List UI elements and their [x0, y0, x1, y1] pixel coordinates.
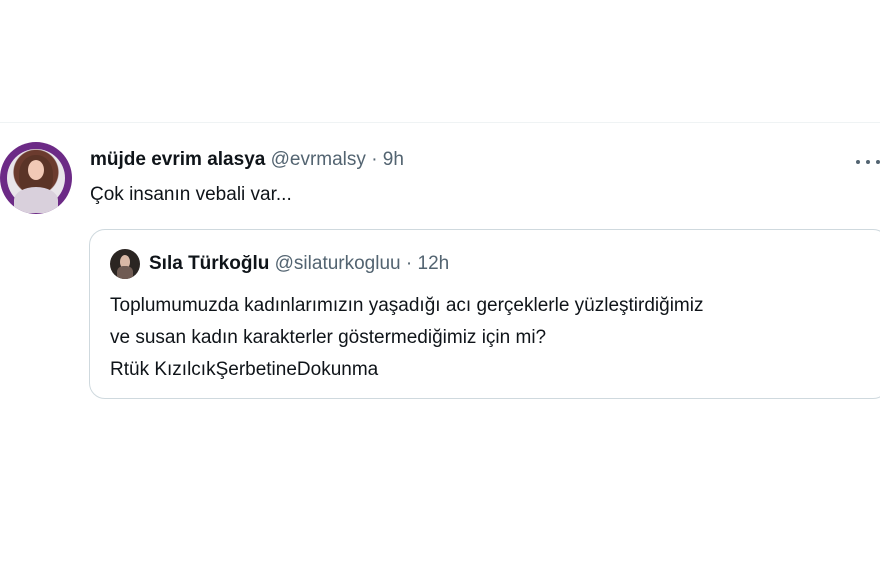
author-avatar[interactable] — [0, 142, 72, 214]
tweet-text: Çok insanın vebali var... — [90, 184, 292, 205]
tweet-time[interactable]: 9h — [383, 149, 404, 170]
tweet-header: müjde evrim alasya @evrmalsy · 9h — [90, 149, 404, 171]
quoted-author-display-name[interactable]: Sıla Türkoğlu — [149, 253, 269, 274]
quoted-tweet-header: Sıla Türkoğlu @silaturkogluu · 12h — [149, 253, 449, 275]
time-separator: · — [371, 149, 378, 170]
tweet-card[interactable]: müjde evrim alasya @evrmalsy · 9h Çok in… — [0, 123, 880, 423]
author-display-name[interactable]: müjde evrim alasya — [90, 149, 265, 170]
quoted-tweet-time[interactable]: 12h — [418, 253, 450, 274]
quoted-text-line: ve susan kadın karakterler göstermediğim… — [110, 327, 547, 348]
more-horizontal-icon[interactable] — [856, 157, 880, 167]
quoted-text-line: Rtük KızılcıkŞerbetineDokunma — [110, 359, 379, 380]
avatar-face — [28, 160, 44, 180]
quoted-text-line: Toplumumuzda kadınlarımızın yaşadığı acı… — [110, 295, 704, 316]
quoted-time-separator: · — [405, 253, 413, 274]
quoted-author-avatar[interactable] — [110, 249, 140, 279]
avatar-body — [14, 187, 58, 213]
quoted-tweet-text: Toplumumuzda kadınlarımızın yaşadığı acı… — [110, 290, 880, 386]
author-handle[interactable]: @evrmalsy — [271, 149, 366, 170]
tweet-page: müjde evrim alasya @evrmalsy · 9h Çok in… — [0, 0, 880, 581]
quoted-tweet[interactable]: Sıla Türkoğlu @silaturkogluu · 12h Toplu… — [89, 229, 880, 399]
quoted-author-handle[interactable]: @silaturkogluu — [275, 253, 401, 274]
